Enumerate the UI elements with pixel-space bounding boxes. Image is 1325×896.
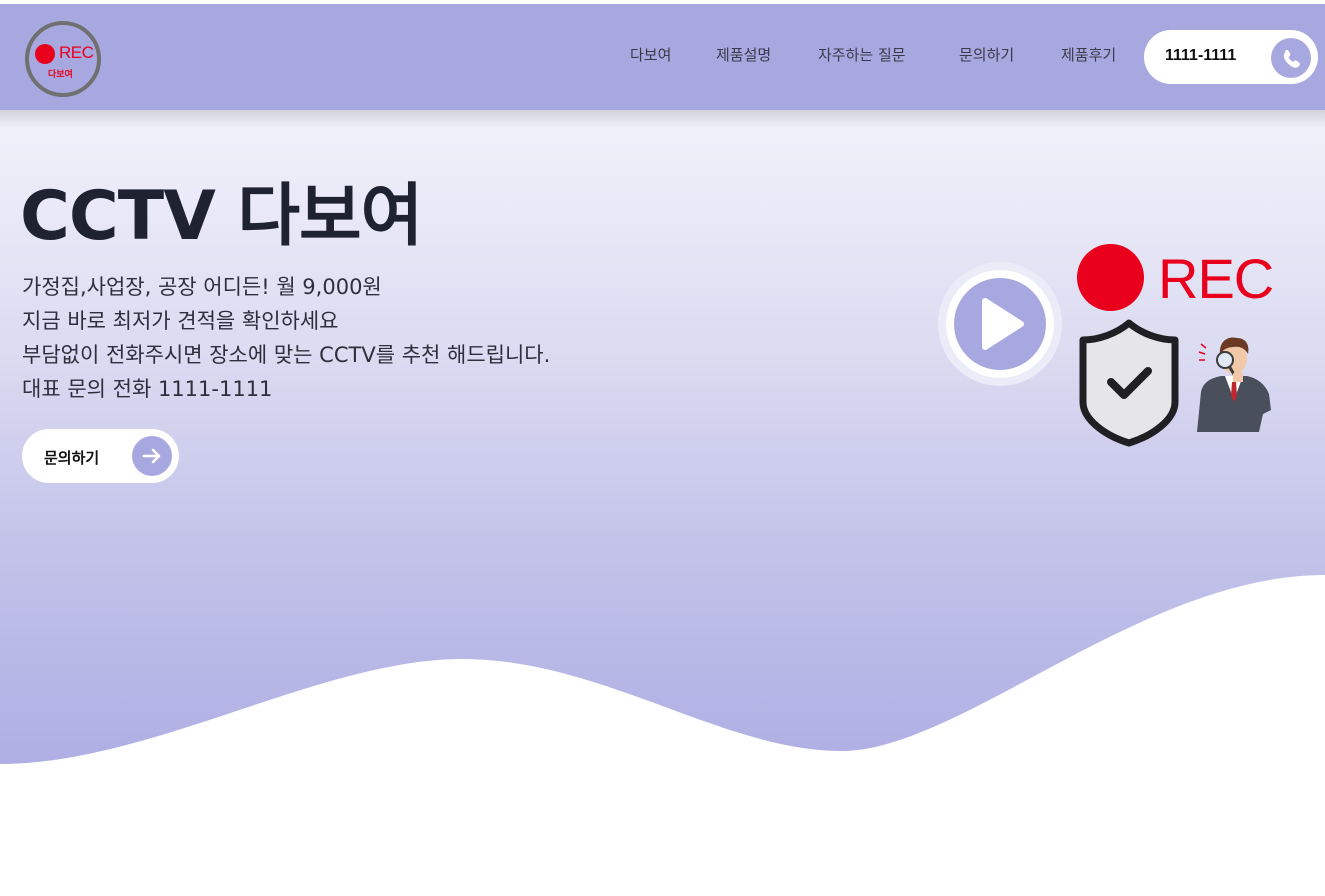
logo-text: REC xyxy=(59,43,94,62)
arrow-right-icon xyxy=(132,436,172,476)
nav-item-inquiry[interactable]: 문의하기 xyxy=(959,44,1014,65)
rec-label: REC xyxy=(1158,247,1274,310)
phone-icon xyxy=(1271,38,1311,78)
shield-check-icon xyxy=(1079,319,1179,447)
hero-line: 대표 문의 전화 1111-1111 xyxy=(22,377,273,401)
play-icon[interactable] xyxy=(937,261,1063,387)
logo[interactable]: REC 다보여 xyxy=(25,21,101,97)
nav-item-faq[interactable]: 자주하는 질문 xyxy=(818,44,906,65)
site-header: REC 다보여 다보여 제품설명 자주하는 질문 문의하기 제품후기 1111-… xyxy=(0,4,1325,110)
nav-item-reviews[interactable]: 제품후기 xyxy=(1061,44,1116,65)
hero-line: 지금 바로 최저가 견적을 확인하세요 xyxy=(22,309,339,333)
hero-description: 가정집,사업장, 공장 어디든! 월 9,000원 지금 바로 최저가 견적을 … xyxy=(22,270,550,406)
detective-person-icon xyxy=(1197,337,1271,432)
record-dot-icon xyxy=(1077,244,1144,311)
phone-number: 1111-1111 xyxy=(1165,47,1237,64)
logo-subtext: 다보여 xyxy=(48,70,73,80)
nav-item-dabovo[interactable]: 다보여 xyxy=(630,44,671,65)
record-dot-icon xyxy=(35,44,55,64)
wave-divider xyxy=(0,575,1325,780)
phone-button[interactable]: 1111-1111 xyxy=(1144,30,1318,84)
nav-item-product-description[interactable]: 제품설명 xyxy=(716,44,771,65)
hero-title: CCTV 다보여 xyxy=(20,177,423,256)
inquiry-button[interactable]: 문의하기 xyxy=(22,429,179,483)
hero-line: 부담없이 전화주시면 장소에 맞는 CCTV를 추천 해드립니다. xyxy=(22,343,551,367)
hero-line: 가정집,사업장, 공장 어디든! 월 9,000원 xyxy=(22,275,382,299)
inquiry-button-label: 문의하기 xyxy=(44,449,100,467)
header-shadow xyxy=(0,110,1325,128)
